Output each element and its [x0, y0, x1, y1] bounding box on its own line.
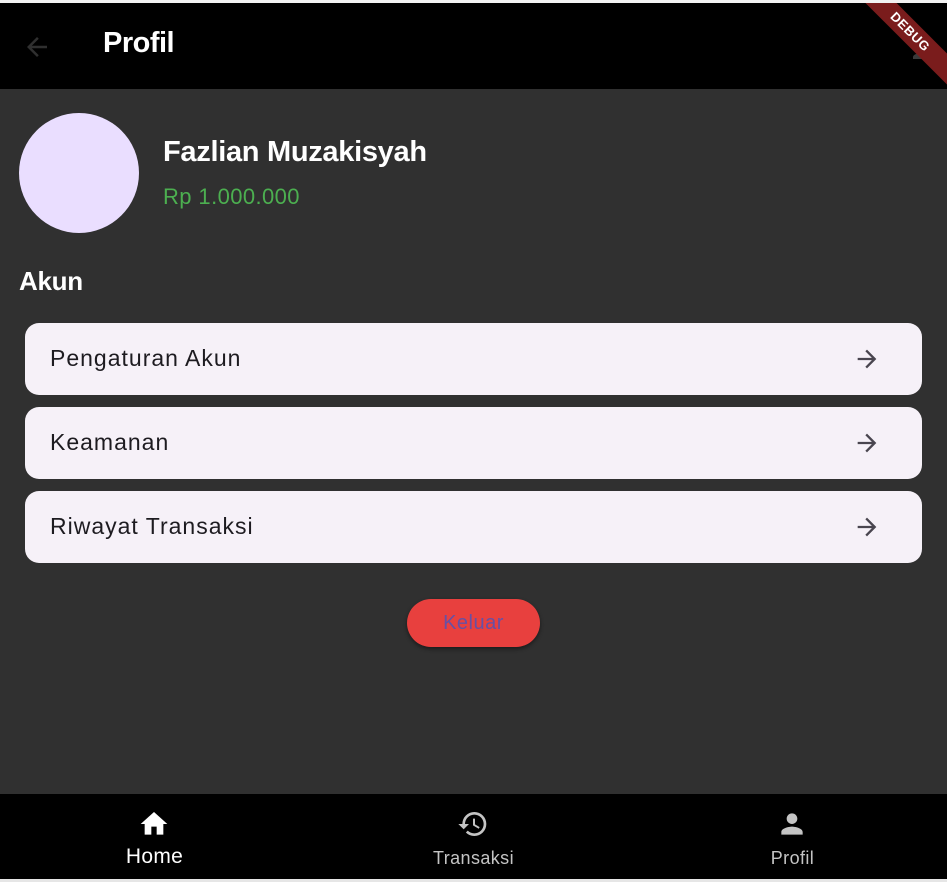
- nav-label-transaksi: Transaksi: [433, 848, 514, 868]
- menu-item-label: Keamanan: [50, 429, 170, 455]
- menu-item-label: Riwayat Transaksi: [50, 513, 254, 539]
- history-icon: [458, 812, 487, 836]
- avatar[interactable]: [19, 113, 139, 233]
- page-title: Profil: [103, 27, 175, 59]
- nav-label-profil: Profil: [770, 848, 815, 868]
- menu-item-label: Pengaturan Akun: [50, 345, 242, 371]
- arrow-forward-icon: [857, 433, 877, 453]
- user-balance: Rp 1.000.000: [163, 184, 300, 209]
- home-icon: [140, 812, 168, 835]
- person-icon: [781, 813, 803, 835]
- section-title-akun: Akun: [19, 266, 83, 296]
- nav-item-profil[interactable]: Profil: [632, 794, 947, 879]
- user-name: Fazlian Muzakisyah: [163, 136, 427, 168]
- arrow-forward-icon: [857, 517, 877, 537]
- nav-item-home[interactable]: Home: [0, 794, 315, 879]
- logout-button[interactable]: Keluar: [407, 599, 540, 647]
- nav-item-transaksi[interactable]: Transaksi: [316, 794, 631, 879]
- nav-label-home: Home: [125, 845, 184, 868]
- menu-item-keamanan[interactable]: Keamanan: [25, 407, 922, 479]
- menu-item-riwayat-transaksi[interactable]: Riwayat Transaksi: [25, 491, 922, 563]
- arrow-forward-icon: [857, 349, 877, 369]
- menu-item-pengaturan-akun[interactable]: Pengaturan Akun: [25, 323, 922, 395]
- debug-banner: DEBUG: [849, 3, 947, 89]
- app-bar: Profil DEBUG: [0, 3, 947, 89]
- bottom-navigation: Home Transaksi Profil: [0, 794, 947, 879]
- arrow-back-icon[interactable]: [22, 32, 52, 62]
